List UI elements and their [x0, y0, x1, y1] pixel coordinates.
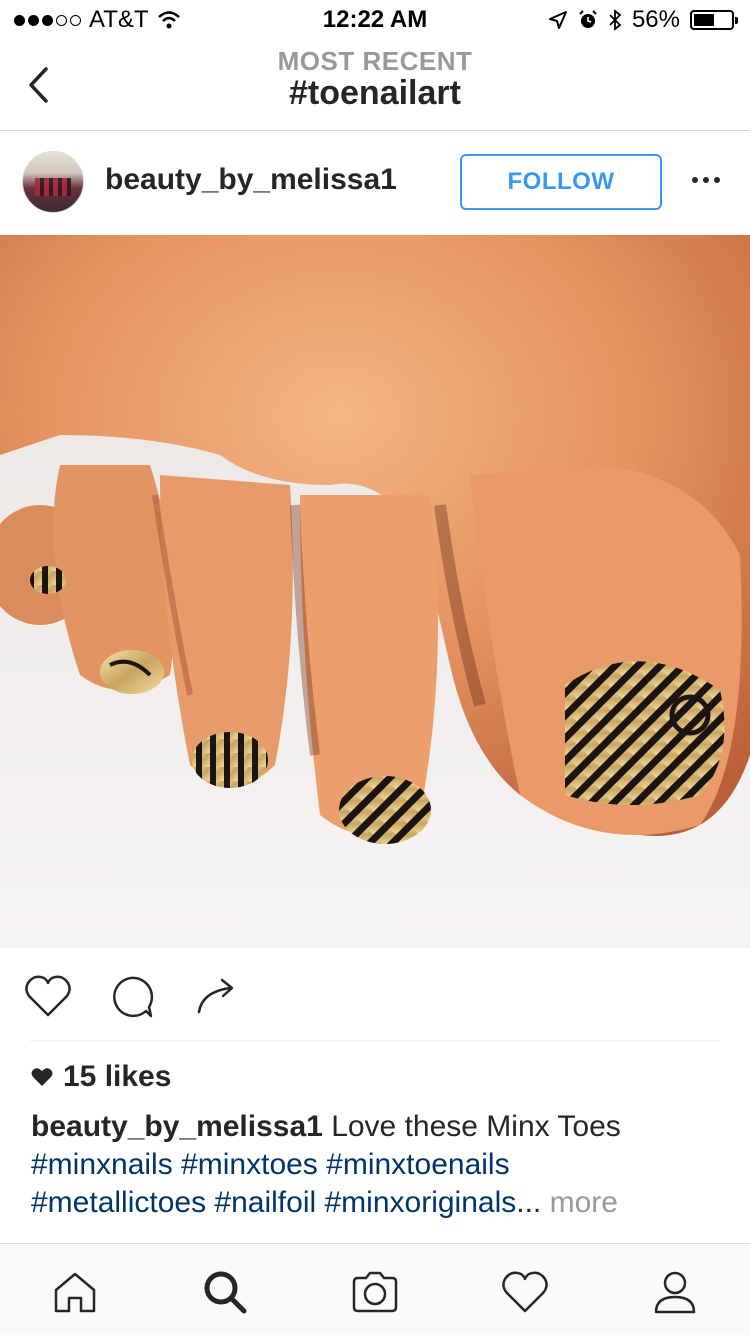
tab-bar: [0, 1243, 750, 1335]
likes-label: 15 likes: [63, 1060, 172, 1093]
tab-camera[interactable]: [345, 1264, 405, 1320]
comment-icon[interactable]: [108, 974, 154, 1020]
post-caption: beauty_by_melissa1 Love these Minx Toes …: [31, 1108, 721, 1222]
avatar[interactable]: [22, 151, 84, 213]
caption-text: Love these Minx Toes: [331, 1110, 621, 1143]
more-link[interactable]: more: [550, 1186, 618, 1219]
tab-home[interactable]: [45, 1264, 105, 1320]
profile-icon: [654, 1271, 696, 1314]
camera-icon: [352, 1271, 398, 1313]
likes-count[interactable]: 15 likes: [31, 1060, 171, 1094]
page-title: #toenailart: [289, 74, 461, 112]
caption-username[interactable]: beauty_by_melissa1: [31, 1110, 323, 1143]
battery-percent: 56%: [631, 6, 680, 33]
hashtag[interactable]: #minxtoenails: [326, 1148, 509, 1181]
divider: [30, 1040, 720, 1041]
status-bar: AT&T 12:22 AM 56%: [0, 0, 750, 40]
nav-bar: MOST RECENT #toenailart: [0, 40, 750, 131]
tab-activity[interactable]: [495, 1264, 555, 1320]
follow-button[interactable]: FOLLOW: [460, 154, 662, 210]
post-username[interactable]: beauty_by_melissa1: [105, 163, 397, 197]
battery-icon: [690, 10, 738, 30]
heart-icon[interactable]: [24, 974, 72, 1018]
hashtag[interactable]: #nailfoil: [214, 1186, 316, 1219]
location-icon: [548, 11, 567, 29]
heart-icon: [502, 1271, 548, 1313]
tab-profile[interactable]: [645, 1264, 705, 1320]
hashtag[interactable]: #minxnails: [31, 1148, 173, 1181]
post-actions: [0, 960, 750, 1030]
more-options-icon[interactable]: [692, 177, 720, 183]
post-photo[interactable]: [0, 235, 750, 948]
search-icon: [204, 1271, 247, 1314]
hashtag[interactable]: #metallictoes: [31, 1186, 206, 1219]
caption-ellipsis: ...: [516, 1186, 542, 1219]
share-icon[interactable]: [196, 974, 238, 1016]
status-right: 56%: [548, 6, 738, 34]
nav-subtitle: MOST RECENT: [277, 46, 473, 76]
hashtag[interactable]: #minxtoes: [181, 1148, 318, 1181]
tab-search[interactable]: [195, 1264, 255, 1320]
hashtag[interactable]: #minxoriginals: [325, 1186, 517, 1219]
post-header: beauty_by_melissa1 FOLLOW: [0, 131, 750, 235]
home-icon: [54, 1272, 96, 1313]
alarm-icon: [579, 10, 597, 28]
toenail-photo-illustration: [0, 235, 750, 948]
bluetooth-icon: [609, 9, 622, 31]
heart-filled-icon: [31, 1068, 53, 1086]
